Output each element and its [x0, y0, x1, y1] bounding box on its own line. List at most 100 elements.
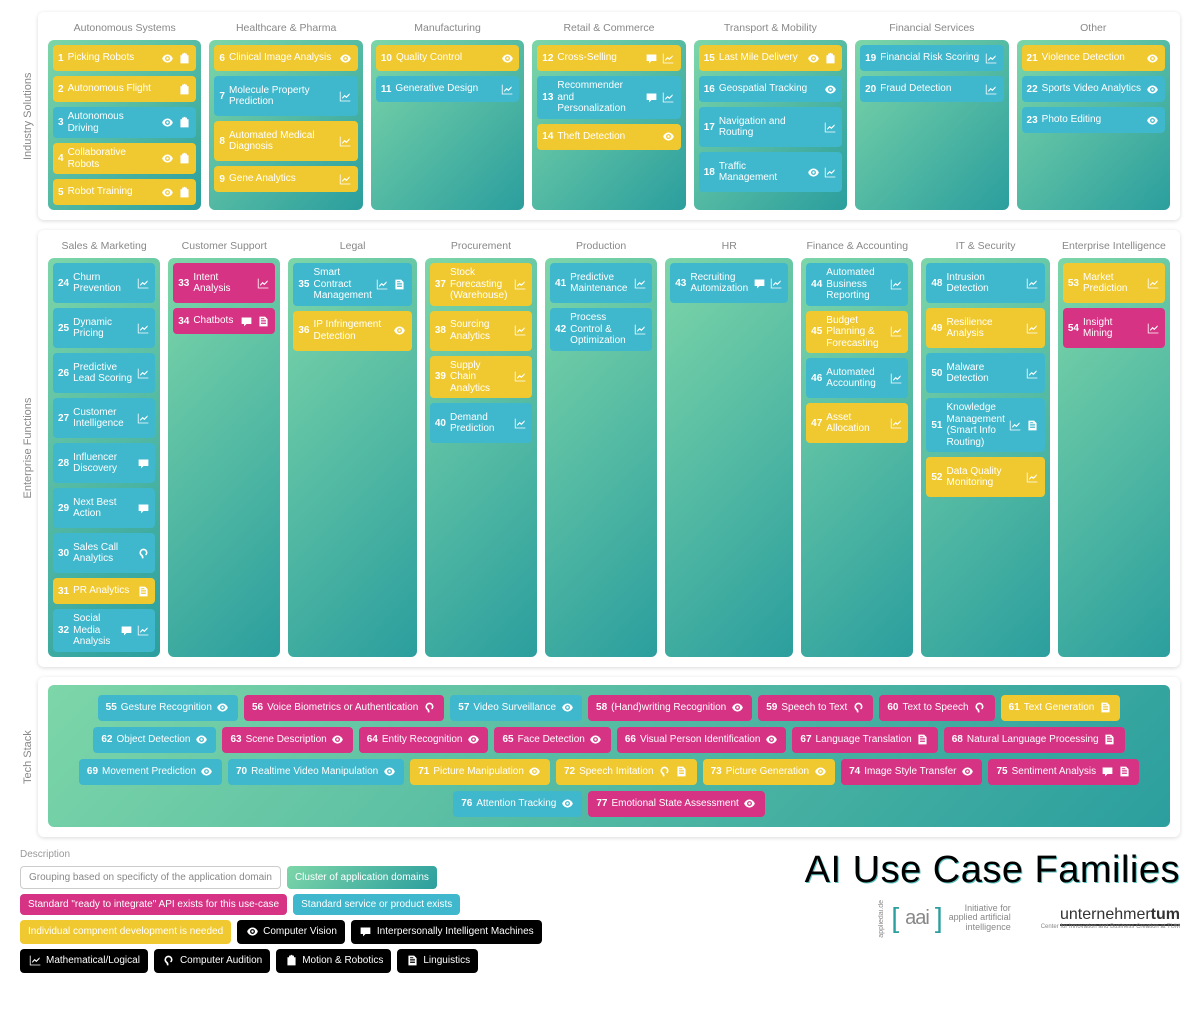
card-number: 67 [800, 734, 811, 745]
card-number: 33 [178, 278, 189, 289]
usecase-card-18: 18 Traffic Management [699, 152, 842, 192]
card-label: Molecule Property Prediction [229, 85, 335, 108]
card-number: 58 [596, 702, 607, 713]
card-number: 8 [219, 136, 225, 147]
section-0: Industry Solutions Autonomous Systems 1 … [20, 12, 1180, 220]
card-icons [743, 797, 757, 811]
card-icons [194, 733, 208, 747]
chart-icon [889, 325, 903, 339]
usecase-card-40: 40 Demand Prediction [430, 403, 532, 443]
card-number: 23 [1027, 115, 1038, 126]
card-label: Entity Recognition [382, 734, 463, 746]
card-number: 16 [704, 84, 715, 95]
card-icons [560, 797, 574, 811]
card-label: Geospatial Tracking [719, 83, 819, 95]
chart-icon [136, 623, 150, 637]
column-body: 1 Picking Robots 2 Autonomous Flight 3 A… [48, 40, 201, 210]
chart-icon [633, 276, 647, 290]
usecase-card-3: 3 Autonomous Driving [53, 107, 196, 138]
card-number: 22 [1027, 84, 1038, 95]
card-number: 51 [931, 420, 942, 431]
column-body: 10 Quality Control 11 Generative Design [371, 40, 524, 210]
section-tech: Tech Stack 55 Gesture Recognition 56 Voi… [20, 677, 1180, 837]
usecase-card-71: 71 Picture Manipulation [410, 759, 550, 785]
legend-text: Interpersonally Intelligent Machines [377, 926, 534, 937]
usecase-card-59: 59 Speech to Text [758, 695, 873, 721]
column-header: Customer Support [168, 238, 280, 258]
card-number: 24 [58, 278, 69, 289]
card-icons [200, 765, 214, 779]
usecase-card-48: 48 Intrusion Detection [926, 263, 1045, 303]
card-number: 61 [1009, 702, 1020, 713]
doc-icon [393, 277, 407, 291]
card-label: Speech to Text [781, 702, 847, 714]
chart-icon [28, 954, 42, 968]
card-icons [393, 324, 407, 338]
column-header: IT & Security [921, 238, 1050, 258]
column-body: 33 Intent Analysis 34 Chatbots [168, 258, 280, 657]
usecase-card-60: 60 Text to Speech [879, 695, 994, 721]
card-number: 15 [704, 53, 715, 64]
card-label: Predictive Lead Scoring [73, 362, 132, 385]
card-icons [528, 765, 542, 779]
legend-item: Linguistics [397, 949, 478, 973]
card-label: IP Infringement Detection [314, 319, 389, 342]
card-label: Data Quality Monitoring [946, 466, 1021, 489]
card-number: 35 [298, 279, 309, 290]
usecase-card-32: 32 Social Media Analysis [53, 609, 155, 652]
usecase-card-21: 21 Violence Detection [1022, 45, 1165, 71]
eye-icon [331, 733, 345, 747]
usecase-card-20: 20 Fraud Detection [860, 76, 1003, 102]
card-label: Photo Editing [1042, 114, 1142, 126]
eye-icon [1146, 82, 1160, 96]
usecase-card-1: 1 Picking Robots [53, 45, 196, 71]
card-number: 25 [58, 323, 69, 334]
section-label: Industry Solutions [20, 12, 38, 220]
column-header: Procurement [425, 238, 537, 258]
card-label: Visual Person Identification [640, 734, 760, 746]
card-number: 50 [931, 368, 942, 379]
usecase-card-44: 44 Automated Business Reporting [806, 263, 908, 306]
usecase-card-34: 34 Chatbots [173, 308, 275, 334]
aai-side: appliedai.de [878, 900, 885, 938]
column-5: HR 43 Recruiting Automization [665, 238, 793, 657]
chart-icon [1146, 276, 1160, 290]
usecase-card-19: 19 Financial Risk Scoring [860, 45, 1003, 71]
column-header: Enterprise Intelligence [1058, 238, 1170, 258]
column-header: Financial Services [855, 20, 1008, 40]
card-icons [466, 733, 480, 747]
chart-icon [136, 276, 150, 290]
logos: appliedai.de [aai] Initiative forapplied… [582, 900, 1180, 938]
card-label: Voice Biometrics or Authentication [267, 702, 418, 714]
card-number: 68 [952, 734, 963, 745]
card-icons [160, 185, 191, 199]
ear-icon [422, 701, 436, 715]
card-number: 31 [58, 586, 69, 597]
column-body: 6 Clinical Image Analysis 7 Molecule Pro… [209, 40, 362, 210]
section-panel: Autonomous Systems 1 Picking Robots 2 Au… [38, 12, 1180, 220]
usecase-card-23: 23 Photo Editing [1022, 107, 1165, 133]
robot-icon [177, 51, 191, 65]
eye-icon [589, 733, 603, 747]
ear-icon [658, 765, 672, 779]
eye-icon [960, 765, 974, 779]
chat-icon [752, 276, 766, 290]
card-number: 45 [811, 326, 822, 337]
column-header: HR [665, 238, 793, 258]
column-header: Legal [288, 238, 416, 258]
card-icons [560, 701, 574, 715]
eye-icon [560, 701, 574, 715]
card-icons [730, 701, 744, 715]
card-number: 28 [58, 458, 69, 469]
card-icons [823, 82, 837, 96]
column-3: Procurement 37 Stock Forecasting (Wareho… [425, 238, 537, 657]
card-label: Budget Planning & Forecasting [826, 315, 885, 350]
card-number: 40 [435, 418, 446, 429]
legend-item: Cluster of application domains [287, 866, 437, 889]
card-icons [658, 765, 689, 779]
card-icons [1146, 51, 1160, 65]
card-number: 72 [564, 766, 575, 777]
usecase-card-55: 55 Gesture Recognition [98, 695, 238, 721]
robot-icon [823, 51, 837, 65]
eye-icon [393, 324, 407, 338]
